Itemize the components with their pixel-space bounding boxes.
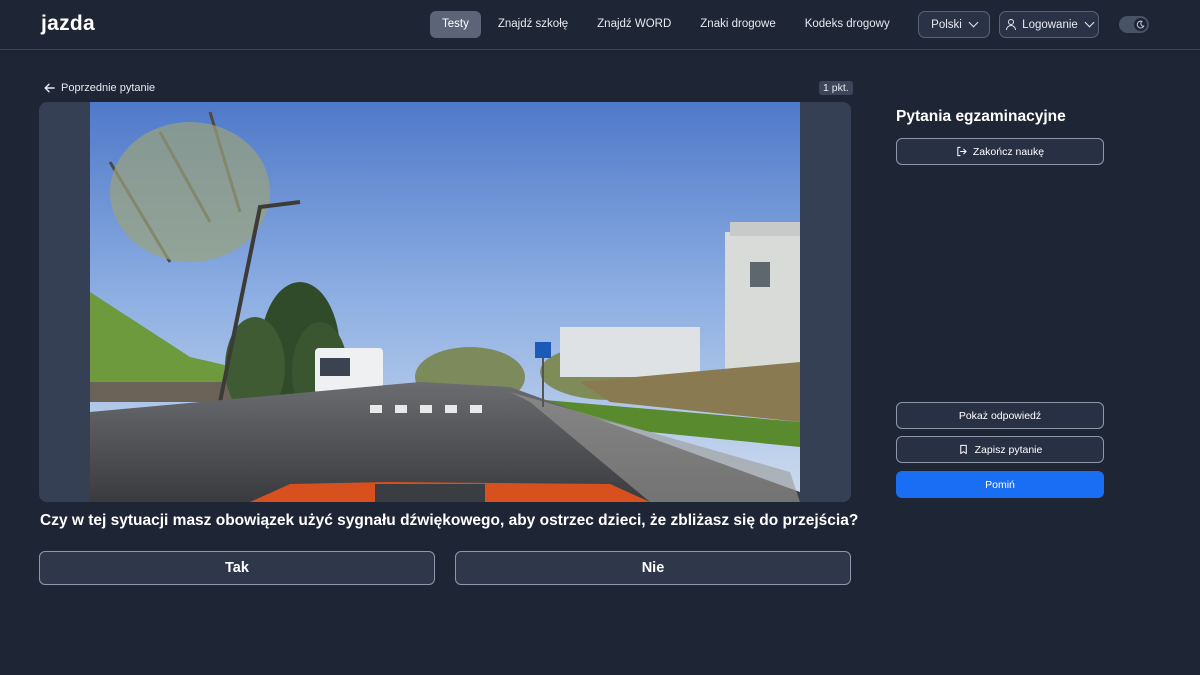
nav-kodeks-drogowy[interactable]: Kodeks drogowy	[793, 11, 902, 38]
arrow-left-icon	[44, 83, 55, 93]
chevron-down-icon	[1084, 17, 1095, 28]
save-question-button[interactable]: Zapisz pytanie	[896, 436, 1104, 463]
nav-znajdz-word[interactable]: Znajdź WORD	[585, 11, 683, 38]
logo[interactable]: jazda	[41, 12, 95, 36]
skip-label: Pomiń	[985, 478, 1015, 491]
points-badge: 1 pkt.	[819, 81, 853, 95]
logout-icon	[957, 146, 967, 157]
chevron-down-icon	[968, 17, 979, 28]
nav-znajdz-szkole[interactable]: Znajdź szkołę	[486, 11, 580, 38]
answer-nie-button[interactable]: Nie	[455, 551, 851, 585]
login-dropdown[interactable]: Logowanie	[999, 11, 1099, 38]
end-learning-button[interactable]: Zakończ naukę	[896, 138, 1104, 165]
end-learning-label: Zakończ naukę	[972, 145, 1045, 158]
login-label: Logowanie	[1022, 18, 1078, 31]
show-answer-button[interactable]: Pokaż odpowiedź	[896, 402, 1104, 429]
language-label: Polski	[931, 18, 962, 31]
skip-button[interactable]: Pomiń	[896, 471, 1104, 498]
moon-icon	[1134, 18, 1147, 31]
nav-testy[interactable]: Testy	[430, 11, 481, 38]
answer-tak-button[interactable]: Tak	[39, 551, 435, 585]
previous-question-label: Poprzednie pytanie	[61, 82, 156, 94]
theme-toggle[interactable]	[1119, 16, 1149, 33]
driving-scene-image	[90, 102, 800, 502]
language-dropdown[interactable]: Polski	[918, 11, 990, 38]
top-navbar: jazda Testy Znajdź szkołę Znajdź WORD Zn…	[0, 0, 1200, 50]
show-answer-label: Pokaż odpowiedź	[958, 409, 1042, 422]
save-question-label: Zapisz pytanie	[974, 443, 1043, 456]
question-media	[39, 102, 851, 502]
question-text: Czy w tej sytuacji masz obowiązek użyć s…	[40, 512, 859, 529]
user-icon	[1005, 19, 1017, 30]
bookmark-icon	[959, 444, 967, 455]
main-nav: Testy Znajdź szkołę Znajdź WORD Znaki dr…	[430, 11, 959, 38]
logo-text: jazda	[41, 12, 96, 35]
sidebar-title: Pytania egzaminacyjne	[896, 108, 1066, 125]
previous-question-link[interactable]: Poprzednie pytanie	[44, 81, 155, 95]
nav-znaki-drogowe[interactable]: Znaki drogowe	[688, 11, 787, 38]
